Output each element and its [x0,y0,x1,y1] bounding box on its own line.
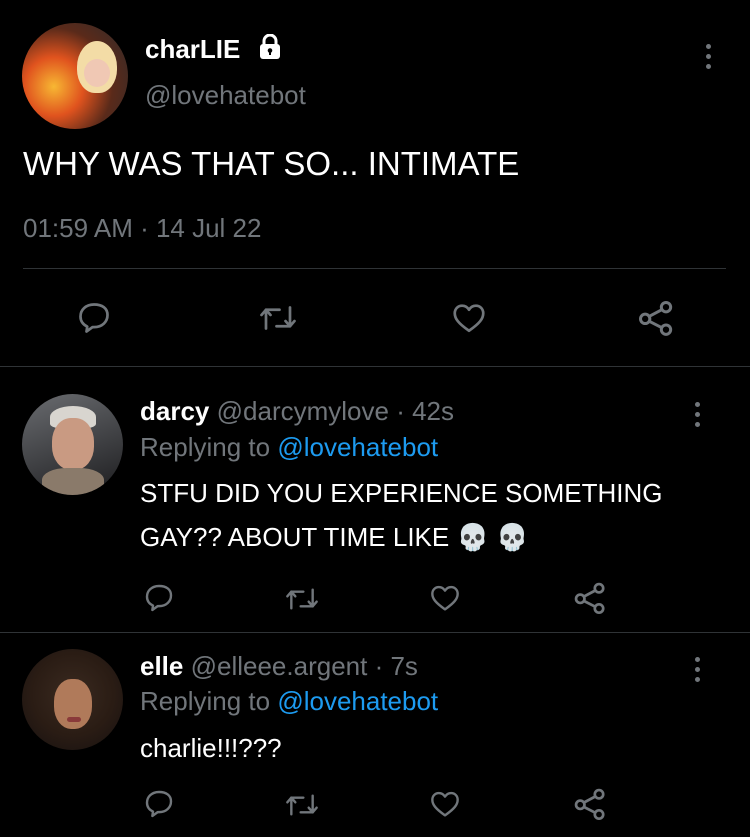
reply-icon[interactable] [143,582,175,614]
reply-icon[interactable] [76,300,112,336]
display-name[interactable]: darcy [140,396,209,426]
like-icon[interactable] [428,582,462,614]
more-options-icon[interactable] [682,402,712,427]
replying-to-label: Replying to [140,686,271,716]
avatar[interactable] [22,23,128,129]
like-icon[interactable] [450,300,488,336]
reply-text: charlie!!!??? [140,733,282,763]
replying-to-handle[interactable]: @lovehatebot [277,686,438,716]
replying-to-label: Replying to [140,432,271,462]
lock-icon [258,33,282,65]
retweet-icon[interactable] [284,789,320,821]
like-icon[interactable] [428,788,462,820]
share-icon[interactable] [636,298,676,338]
display-name[interactable]: elle [140,651,183,681]
handle[interactable]: @elleee.argent [191,651,368,681]
handle[interactable]: @darcymylove [217,396,389,426]
avatar[interactable] [22,394,123,495]
avatar[interactable] [22,649,123,750]
replying-to-handle[interactable]: @lovehatebot [277,432,438,462]
divider [0,366,750,367]
retweet-icon[interactable] [284,583,320,615]
reply-icon[interactable] [143,788,175,820]
display-name[interactable]: charLIE [145,34,240,65]
more-options-icon[interactable] [693,44,723,69]
reply-text: GAY?? ABOUT TIME LIKE 💀 💀 [140,522,529,552]
divider [23,268,726,269]
more-options-icon[interactable] [682,657,712,682]
share-icon[interactable] [572,580,608,616]
divider [0,632,750,633]
reply-age[interactable]: · 7s [375,651,418,681]
handle[interactable]: @lovehatebot [145,80,306,111]
tweet-text: WHY WAS THAT SO... INTIMATE [23,145,520,182]
reply-age[interactable]: · 42s [396,396,454,426]
reply-text: STFU DID YOU EXPERIENCE SOMETHING [140,478,663,508]
share-icon[interactable] [572,786,608,822]
retweet-icon[interactable] [258,300,298,336]
timestamp[interactable]: 01:59 AM · 14 Jul 22 [23,213,261,244]
